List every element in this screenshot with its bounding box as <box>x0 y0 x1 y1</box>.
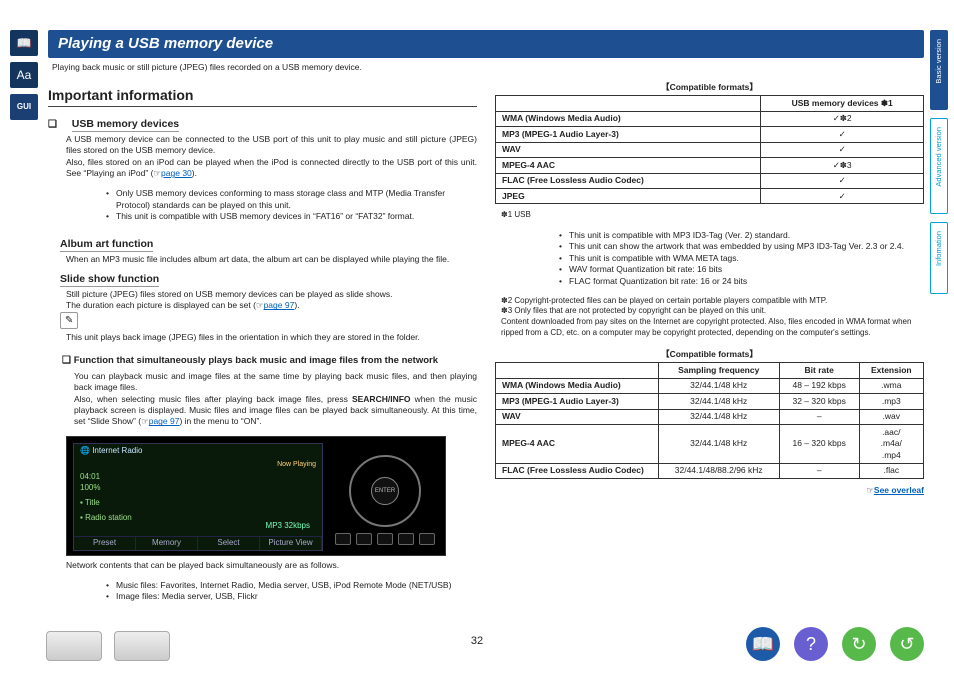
tbl2-caption: 【Compatible formats】 <box>495 349 924 360</box>
column-left: Important information ❏ USB memory devic… <box>48 78 477 612</box>
page: 📖 Aa GUI Basic version Advanced version … <box>0 0 954 675</box>
table-row: MPEG-4 AAC✓✽3 <box>496 158 924 173</box>
footer-forward-button[interactable]: ↺ <box>890 627 924 661</box>
footer-help-button[interactable]: ? <box>794 627 828 661</box>
note-2: ✽2 Copyright-protected files can be play… <box>501 296 924 307</box>
table-row: WMA (Windows Media Audio)✓✽2 <box>496 111 924 126</box>
h-important: Important information <box>48 86 477 107</box>
tab-advanced-label: Advanced version <box>934 127 944 187</box>
player-remote-pad: ENTER <box>335 449 435 545</box>
see-overleaf[interactable]: ☞See overleaf <box>866 485 924 496</box>
content: Playing a USB memory device Playing back… <box>48 30 924 615</box>
slide-p1: Still picture (JPEG) files stored on USB… <box>66 289 477 300</box>
usb-bullets: Only USB memory devices conforming to ma… <box>66 188 477 222</box>
table-row: WAV32/44.1/48 kHz–.wav <box>496 409 924 424</box>
left-rail: 📖 Aa GUI <box>10 30 40 120</box>
glossary-icon[interactable]: Aa <box>10 62 38 88</box>
h-usb-memory-devices: USB memory devices <box>72 117 179 132</box>
func-p1: You can playback music and image files a… <box>74 371 477 394</box>
player-screenshot: 🌐 Internet Radio Now Playing 04:01 100% … <box>66 436 446 556</box>
note-3: ✽3 Only files that are not protected by … <box>501 306 924 338</box>
table-row: FLAC (Free Lossless Audio Codec)32/44.1/… <box>496 463 924 478</box>
page-subtitle: Playing back music or still picture (JPE… <box>52 62 924 73</box>
pencil-note: This unit plays back image (JPEG) files … <box>66 332 477 343</box>
player-lcd: 🌐 Internet Radio Now Playing 04:01 100% … <box>73 443 323 551</box>
footer-left <box>46 631 170 661</box>
table-row: MP3 (MPEG-1 Audio Layer-3)✓ <box>496 127 924 142</box>
page-number: 32 <box>471 634 483 649</box>
link-page-30[interactable]: page 30 <box>161 168 192 178</box>
table-row: MP3 (MPEG-1 Audio Layer-3)32/44.1/48 kHz… <box>496 394 924 409</box>
thumb-rear-panel[interactable] <box>114 631 170 661</box>
tab-basic-label: Basic version <box>934 39 944 84</box>
footer-right: 📖 ? ↻ ↺ <box>746 627 924 661</box>
compat-table-2: Sampling frequency Bit rate Extension WM… <box>495 362 924 479</box>
link-page-97-b[interactable]: page 97 <box>149 416 180 426</box>
note-1-list: This unit is compatible with MP3 ID3-Tag… <box>519 230 924 287</box>
footer-back-button[interactable]: ↻ <box>842 627 876 661</box>
pencil-icon: ✎ <box>60 312 78 330</box>
footer: 32 📖 ? ↻ ↺ <box>0 621 954 667</box>
column-right: 【Compatible formats】 USB memory devices … <box>495 78 924 612</box>
slide-p2: The duration each picture is displayed c… <box>66 300 477 311</box>
h-slide-show: Slide show function <box>60 272 159 287</box>
toc-icon[interactable]: 📖 <box>10 30 38 56</box>
compat-table-1: USB memory devices ✽1 WMA (Windows Media… <box>495 95 924 204</box>
tab-information[interactable]: Infomation <box>930 222 948 294</box>
link-page-97-a[interactable]: page 97 <box>264 300 295 310</box>
table-row: JPEG✓ <box>496 189 924 204</box>
tab-basic[interactable]: Basic version <box>930 30 948 110</box>
gui-icon[interactable]: GUI <box>10 94 38 120</box>
h-simul-function: Function that simultaneously plays back … <box>74 355 438 366</box>
table-row: WMA (Windows Media Audio)32/44.1/48 kHz4… <box>496 378 924 393</box>
footer-book-button[interactable]: 📖 <box>746 627 780 661</box>
tab-advanced[interactable]: Advanced version <box>930 118 948 214</box>
usb-p2: Also, files stored on an iPod can be pla… <box>66 157 477 180</box>
thumb-front-panel[interactable] <box>46 631 102 661</box>
after-player-p: Network contents that can be played back… <box>66 560 477 571</box>
table-row: FLAC (Free Lossless Audio Codec)✓ <box>496 173 924 188</box>
after-player-bullets: Music files: Favorites, Internet Radio, … <box>66 580 477 603</box>
tab-information-label: Infomation <box>934 231 944 266</box>
usb-b1: Only USB memory devices conforming to ma… <box>106 188 477 211</box>
page-title: Playing a USB memory device <box>48 30 924 58</box>
usb-p1: A USB memory device can be connected to … <box>66 134 477 157</box>
h-album-art: Album art function <box>60 237 153 252</box>
usb-b2: This unit is compatible with USB memory … <box>106 211 477 222</box>
table-row: MPEG-4 AAC32/44.1/48 kHz16 – 320 kbps.aa… <box>496 425 924 463</box>
tbl1-caption: 【Compatible formats】 <box>495 82 924 93</box>
func-p2: Also, when selecting music files after p… <box>74 394 477 428</box>
note-1-lead: ✽1 USB <box>501 210 924 221</box>
album-p: When an MP3 music file includes album ar… <box>66 254 477 265</box>
table-row: WAV✓ <box>496 142 924 157</box>
